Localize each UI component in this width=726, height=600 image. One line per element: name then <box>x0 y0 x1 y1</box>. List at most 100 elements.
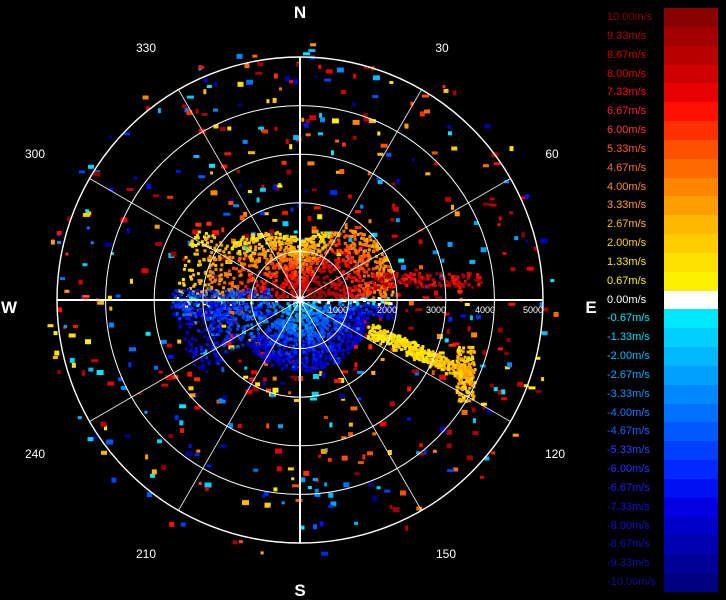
radar-gate <box>196 449 201 453</box>
radar-gate <box>373 285 377 289</box>
radar-gate <box>282 210 288 215</box>
radar-gate <box>78 279 83 285</box>
radar-gate <box>452 278 456 282</box>
radar-gate <box>258 339 262 343</box>
radar-gate <box>230 319 234 323</box>
legend-entry: -10.00m/s <box>606 573 718 593</box>
radar-gate <box>213 332 217 336</box>
radar-gate <box>85 209 90 213</box>
radar-gate <box>207 302 211 305</box>
radar-gate <box>190 311 194 315</box>
radar-gate <box>237 250 241 254</box>
legend-swatch <box>664 535 718 555</box>
radar-gate <box>182 313 185 317</box>
radar-gate <box>171 292 175 296</box>
radar-ppi-display[interactable]: N S E W 30 60 120 150 210 240 300 330 10… <box>0 0 600 600</box>
radar-gate <box>223 311 227 315</box>
radar-gate <box>259 187 266 192</box>
radar-gate <box>320 448 327 454</box>
radar-gate <box>239 338 243 342</box>
radar-gate <box>348 330 352 334</box>
radar-gate <box>234 267 238 271</box>
radar-gate <box>278 362 281 366</box>
radar-gate <box>256 283 260 287</box>
radar-gate <box>325 69 333 74</box>
radar-gate <box>360 319 364 322</box>
radar-gate <box>354 251 358 255</box>
radar-gate <box>367 274 371 278</box>
angle-label-150: 150 <box>436 547 456 561</box>
radar-gate <box>448 284 452 288</box>
radar-gate <box>275 290 279 294</box>
radar-gate <box>392 283 396 287</box>
radar-gate <box>383 285 387 289</box>
radar-gate <box>270 312 273 316</box>
radar-gate <box>251 370 257 375</box>
radar-gate <box>290 290 294 293</box>
radar-gate <box>482 164 489 168</box>
radar-gate <box>392 338 396 342</box>
radar-gate <box>347 322 351 326</box>
radar-gate <box>145 454 149 460</box>
radar-gate <box>86 226 90 230</box>
radar-gate <box>248 276 252 280</box>
radar-gate <box>368 255 372 259</box>
radar-gate <box>238 292 242 296</box>
angle-label-30: 30 <box>435 41 449 55</box>
radar-gate <box>236 286 240 290</box>
radar-gate <box>179 404 187 409</box>
radar-gate <box>368 344 373 350</box>
radar-gate <box>223 281 227 285</box>
radar-gate <box>85 339 91 345</box>
radar-gate <box>184 309 188 313</box>
radar-gate <box>195 393 199 398</box>
radar-gate <box>205 316 209 320</box>
radar-gate <box>289 80 294 84</box>
radar-gate <box>291 317 295 321</box>
radar-gate <box>468 399 471 403</box>
radar-gate <box>222 250 226 254</box>
radar-gate <box>278 348 281 351</box>
radar-gate <box>188 444 192 448</box>
radar-gate <box>224 338 228 342</box>
radar-gate <box>187 312 191 316</box>
radar-gate <box>324 482 328 487</box>
legend-swatch <box>664 384 718 405</box>
radar-gate <box>508 302 516 306</box>
radar-gate <box>281 160 287 165</box>
radar-gate <box>270 272 274 276</box>
radar-gate <box>226 350 230 354</box>
radar-gate <box>272 349 275 353</box>
radar-gate <box>372 432 377 436</box>
radar-gate <box>133 176 138 180</box>
radar-gate <box>284 364 288 368</box>
radar-gate <box>145 331 151 336</box>
radar-gate <box>271 262 275 266</box>
radar-gate <box>278 305 282 309</box>
radar-gate <box>198 366 201 370</box>
radar-gate <box>353 270 357 274</box>
radar-gate <box>468 386 472 390</box>
radar-gate <box>386 330 390 334</box>
radar-gate <box>380 315 384 319</box>
radar-gate <box>445 361 449 365</box>
radar-gate <box>266 233 270 237</box>
radar-gate <box>239 269 243 273</box>
radar-gate <box>279 318 283 322</box>
radar-gate <box>281 281 285 285</box>
radar-gate <box>312 249 315 253</box>
radar-gate <box>101 450 107 455</box>
radar-gate <box>285 295 289 298</box>
radar-gate <box>228 273 232 276</box>
radar-gate <box>262 494 266 498</box>
east-label: E <box>585 298 596 317</box>
radar-gate <box>205 342 209 346</box>
radar-gate <box>459 399 463 403</box>
radar-gate <box>358 276 362 279</box>
radar-gate <box>432 449 437 453</box>
radar-gate <box>311 226 317 230</box>
radar-gate <box>382 290 386 294</box>
radar-gate <box>378 291 382 295</box>
radar-gate <box>274 332 277 336</box>
legend-entry: -1.33m/s <box>606 328 718 348</box>
